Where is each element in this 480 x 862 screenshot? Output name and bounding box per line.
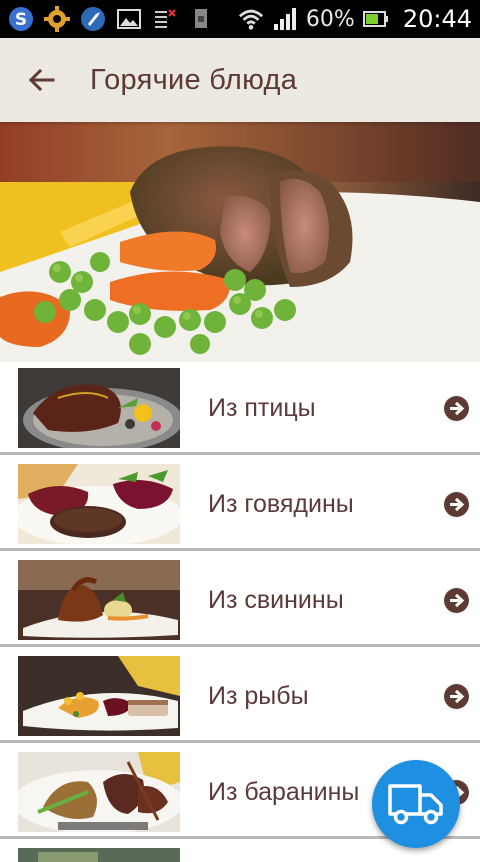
notification-icons: S <box>8 5 214 33</box>
clock: 20:44 <box>402 5 472 33</box>
gallery-icon <box>116 6 142 32</box>
category-item-pork[interactable]: Из свинины <box>0 554 480 647</box>
s-app-icon: S <box>8 6 34 32</box>
divider <box>0 644 480 647</box>
divider <box>0 548 480 551</box>
status-bar: S 60% 20:44 <box>0 0 480 38</box>
category-label: Из свинины <box>208 586 344 614</box>
dish-image <box>18 848 180 862</box>
category-label: Из рыбы <box>208 682 309 710</box>
battery-icon <box>362 6 389 32</box>
settings-gear-icon <box>44 6 70 32</box>
signal-icon <box>272 6 298 32</box>
arrow-right-circle-icon <box>444 492 469 517</box>
page-title: Горячие блюда <box>90 64 298 96</box>
delivery-truck-icon <box>388 784 443 825</box>
divider <box>0 740 480 743</box>
alarm-list-icon <box>152 6 178 32</box>
arrow-right-circle-icon <box>444 588 469 613</box>
app-bar: Горячие блюда <box>0 38 480 122</box>
lamb-dish-image <box>18 752 180 832</box>
wifi-icon <box>238 6 264 32</box>
pork-dish-image <box>18 560 180 640</box>
beef-dish-image <box>18 464 180 544</box>
battery-percent: 60% <box>305 6 355 32</box>
category-item-beef[interactable]: Из говядины <box>0 458 480 551</box>
rocket-icon <box>80 6 106 32</box>
divider <box>0 452 480 455</box>
category-label: Из говядины <box>208 490 354 518</box>
category-label: Из баранины <box>208 778 360 806</box>
system-indicators: 60% 20:44 <box>238 0 472 38</box>
poultry-dish-image <box>18 368 180 448</box>
arrow-right-circle-icon <box>444 684 469 709</box>
hero-image <box>0 122 480 362</box>
category-item-poultry[interactable]: Из птицы <box>0 362 480 455</box>
back-button[interactable] <box>18 58 64 102</box>
svg-text:S: S <box>15 10 27 30</box>
arrow-right-circle-icon <box>444 396 469 421</box>
category-label: Из птицы <box>208 394 316 422</box>
sim-icon <box>188 6 214 32</box>
fish-dish-image <box>18 656 180 736</box>
arrow-left-icon <box>28 68 55 92</box>
delivery-button[interactable] <box>372 760 460 848</box>
category-item-fish[interactable]: Из рыбы <box>0 650 480 743</box>
